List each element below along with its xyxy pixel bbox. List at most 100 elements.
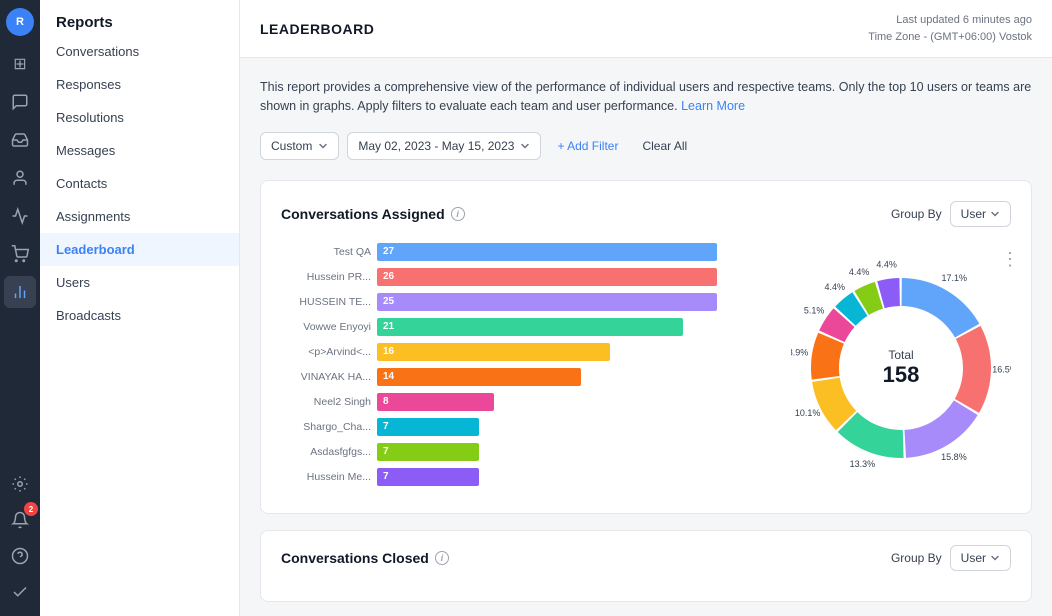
bar-row: Test QA 27 (281, 243, 771, 261)
svg-text:16.5%: 16.5% (992, 364, 1011, 374)
bar-label: Asdasfgfgs... (281, 446, 371, 458)
bar-container: 26 (377, 268, 771, 286)
bar-label: <p>Arvind<... (281, 346, 371, 358)
bar-row: Hussein Me... 7 (281, 468, 771, 486)
bar-label: Hussein Me... (281, 471, 371, 483)
clear-all-button[interactable]: Clear All (634, 133, 695, 159)
bar-row: Hussein PR... 26 (281, 268, 771, 286)
sidebar-item-resolutions[interactable]: Resolutions (40, 101, 239, 134)
svg-text:4.4%: 4.4% (876, 259, 897, 269)
bar-container: 21 (377, 318, 771, 336)
date-range-type-select[interactable]: Custom (260, 132, 339, 160)
bar-label: VINAYAK HA... (281, 371, 371, 383)
bar: 7 (377, 443, 479, 461)
bar: 27 (377, 243, 717, 261)
bar-container: 25 (377, 293, 771, 311)
report-description: This report provides a comprehensive vie… (260, 78, 1032, 116)
bar-row: HUSSEIN TE... 25 (281, 293, 771, 311)
bar-label: Neel2 Singh (281, 396, 371, 408)
header-meta: Last updated 6 minutes ago Time Zone - (… (868, 12, 1032, 45)
contacts-icon[interactable] (4, 162, 36, 194)
bar-label: Vowwe Enyoyi (281, 321, 371, 333)
chat-icon[interactable] (4, 86, 36, 118)
bar: 21 (377, 318, 683, 336)
page-title: LEADERBOARD (260, 21, 374, 37)
notification-count: 2 (24, 502, 38, 516)
inbox-icon[interactable] (4, 124, 36, 156)
closed-group-by: Group By User (891, 545, 1011, 571)
chart-header: Conversations Assigned i Group By User (281, 201, 1011, 227)
svg-text:5.1%: 5.1% (804, 305, 825, 315)
sidebar-item-users[interactable]: Users (40, 266, 239, 299)
content-area: This report provides a comprehensive vie… (240, 58, 1052, 616)
home-icon[interactable]: ⊞ (4, 48, 36, 80)
checklist-icon[interactable] (4, 576, 36, 608)
bar-label: HUSSEIN TE... (281, 296, 371, 308)
donut-chart: 17.1% 16.5% 15.8% 13.3% 10.1% 8.9% 5.1% 4.4% 4.4… (791, 258, 1011, 478)
bar-container: 7 (377, 418, 771, 436)
bar-row: Neel2 Singh 8 (281, 393, 771, 411)
sidebar-item-leaderboard[interactable]: Leaderboard (40, 233, 239, 266)
teams-icon[interactable] (4, 238, 36, 270)
svg-text:15.8%: 15.8% (941, 451, 967, 461)
sidebar-item-conversations[interactable]: Conversations (40, 35, 239, 68)
bar: 16 (377, 343, 610, 361)
bar-container: 8 (377, 393, 771, 411)
group-by-select[interactable]: User (950, 201, 1011, 227)
learn-more-link[interactable]: Learn More (681, 99, 745, 113)
bar-row: <p>Arvind<... 16 (281, 343, 771, 361)
svg-text:10.1%: 10.1% (795, 408, 821, 418)
bar-label: Shargo_Cha... (281, 421, 371, 433)
avatar[interactable]: R (6, 8, 34, 36)
bar-label: Test QA (281, 246, 371, 258)
bar-container: 14 (377, 368, 771, 386)
last-updated: Last updated 6 minutes ago (868, 12, 1032, 29)
reports-icon[interactable] (4, 276, 36, 308)
icon-rail: R ⊞ 2 (0, 0, 40, 616)
closed-chart-title: Conversations Closed i (281, 550, 449, 566)
settings-icon[interactable] (4, 468, 36, 500)
svg-text:8.9%: 8.9% (791, 347, 808, 357)
closed-chart-header: Conversations Closed i Group By User (281, 545, 1011, 571)
sidebar-item-responses[interactable]: Responses (40, 68, 239, 101)
sidebar-item-broadcasts[interactable]: Broadcasts (40, 299, 239, 332)
sidebar-item-messages[interactable]: Messages (40, 134, 239, 167)
sidebar-item-assignments[interactable]: Assignments (40, 200, 239, 233)
bar: 8 (377, 393, 494, 411)
bar-row: Shargo_Cha... 7 (281, 418, 771, 436)
group-by: Group By User (891, 201, 1011, 227)
svg-text:17.1%: 17.1% (941, 273, 967, 283)
sidebar: Reports Conversations Responses Resoluti… (40, 0, 240, 616)
bar: 14 (377, 368, 581, 386)
add-filter-button[interactable]: + Add Filter (549, 133, 626, 159)
bar-row: Asdasfgfgs... 7 (281, 443, 771, 461)
filter-bar: Custom May 02, 2023 - May 15, 2023 + Add… (260, 132, 1032, 160)
bar-chart: Test QA 27 Hussein PR... 26 HUSSEIN TE... 25 V… (281, 243, 771, 493)
date-range-select[interactable]: May 02, 2023 - May 15, 2023 (347, 132, 541, 160)
main-content: LEADERBOARD Last updated 6 minutes ago T… (240, 0, 1052, 616)
timezone: Time Zone - (GMT+06:00) Vostok (868, 29, 1032, 46)
svg-text:4.4%: 4.4% (849, 267, 870, 277)
chart-body: Test QA 27 Hussein PR... 26 HUSSEIN TE... 25 V… (281, 243, 1011, 493)
help-icon[interactable] (4, 540, 36, 572)
sidebar-item-contacts[interactable]: Contacts (40, 167, 239, 200)
chart-top-right: Group By User (891, 201, 1011, 227)
sidebar-title: Reports (40, 0, 239, 35)
bar: 25 (377, 293, 717, 311)
conversations-assigned-card: Conversations Assigned i Group By User (260, 180, 1032, 514)
bar-container: 16 (377, 343, 771, 361)
bar-container: 27 (377, 243, 771, 261)
closed-group-by-select[interactable]: User (950, 545, 1011, 571)
svg-text:4.4%: 4.4% (824, 282, 845, 292)
bar-label: Hussein PR... (281, 271, 371, 283)
bar-container: 7 (377, 443, 771, 461)
chart-title: Conversations Assigned i (281, 206, 465, 222)
campaigns-icon[interactable] (4, 200, 36, 232)
bar: 7 (377, 418, 479, 436)
closed-info-icon: i (435, 551, 449, 565)
bar: 7 (377, 468, 479, 486)
conversations-closed-card: Conversations Closed i Group By User (260, 530, 1032, 602)
notifications-icon[interactable]: 2 (4, 504, 36, 536)
svg-text:13.3%: 13.3% (850, 458, 876, 468)
bar-row: Vowwe Enyoyi 21 (281, 318, 771, 336)
